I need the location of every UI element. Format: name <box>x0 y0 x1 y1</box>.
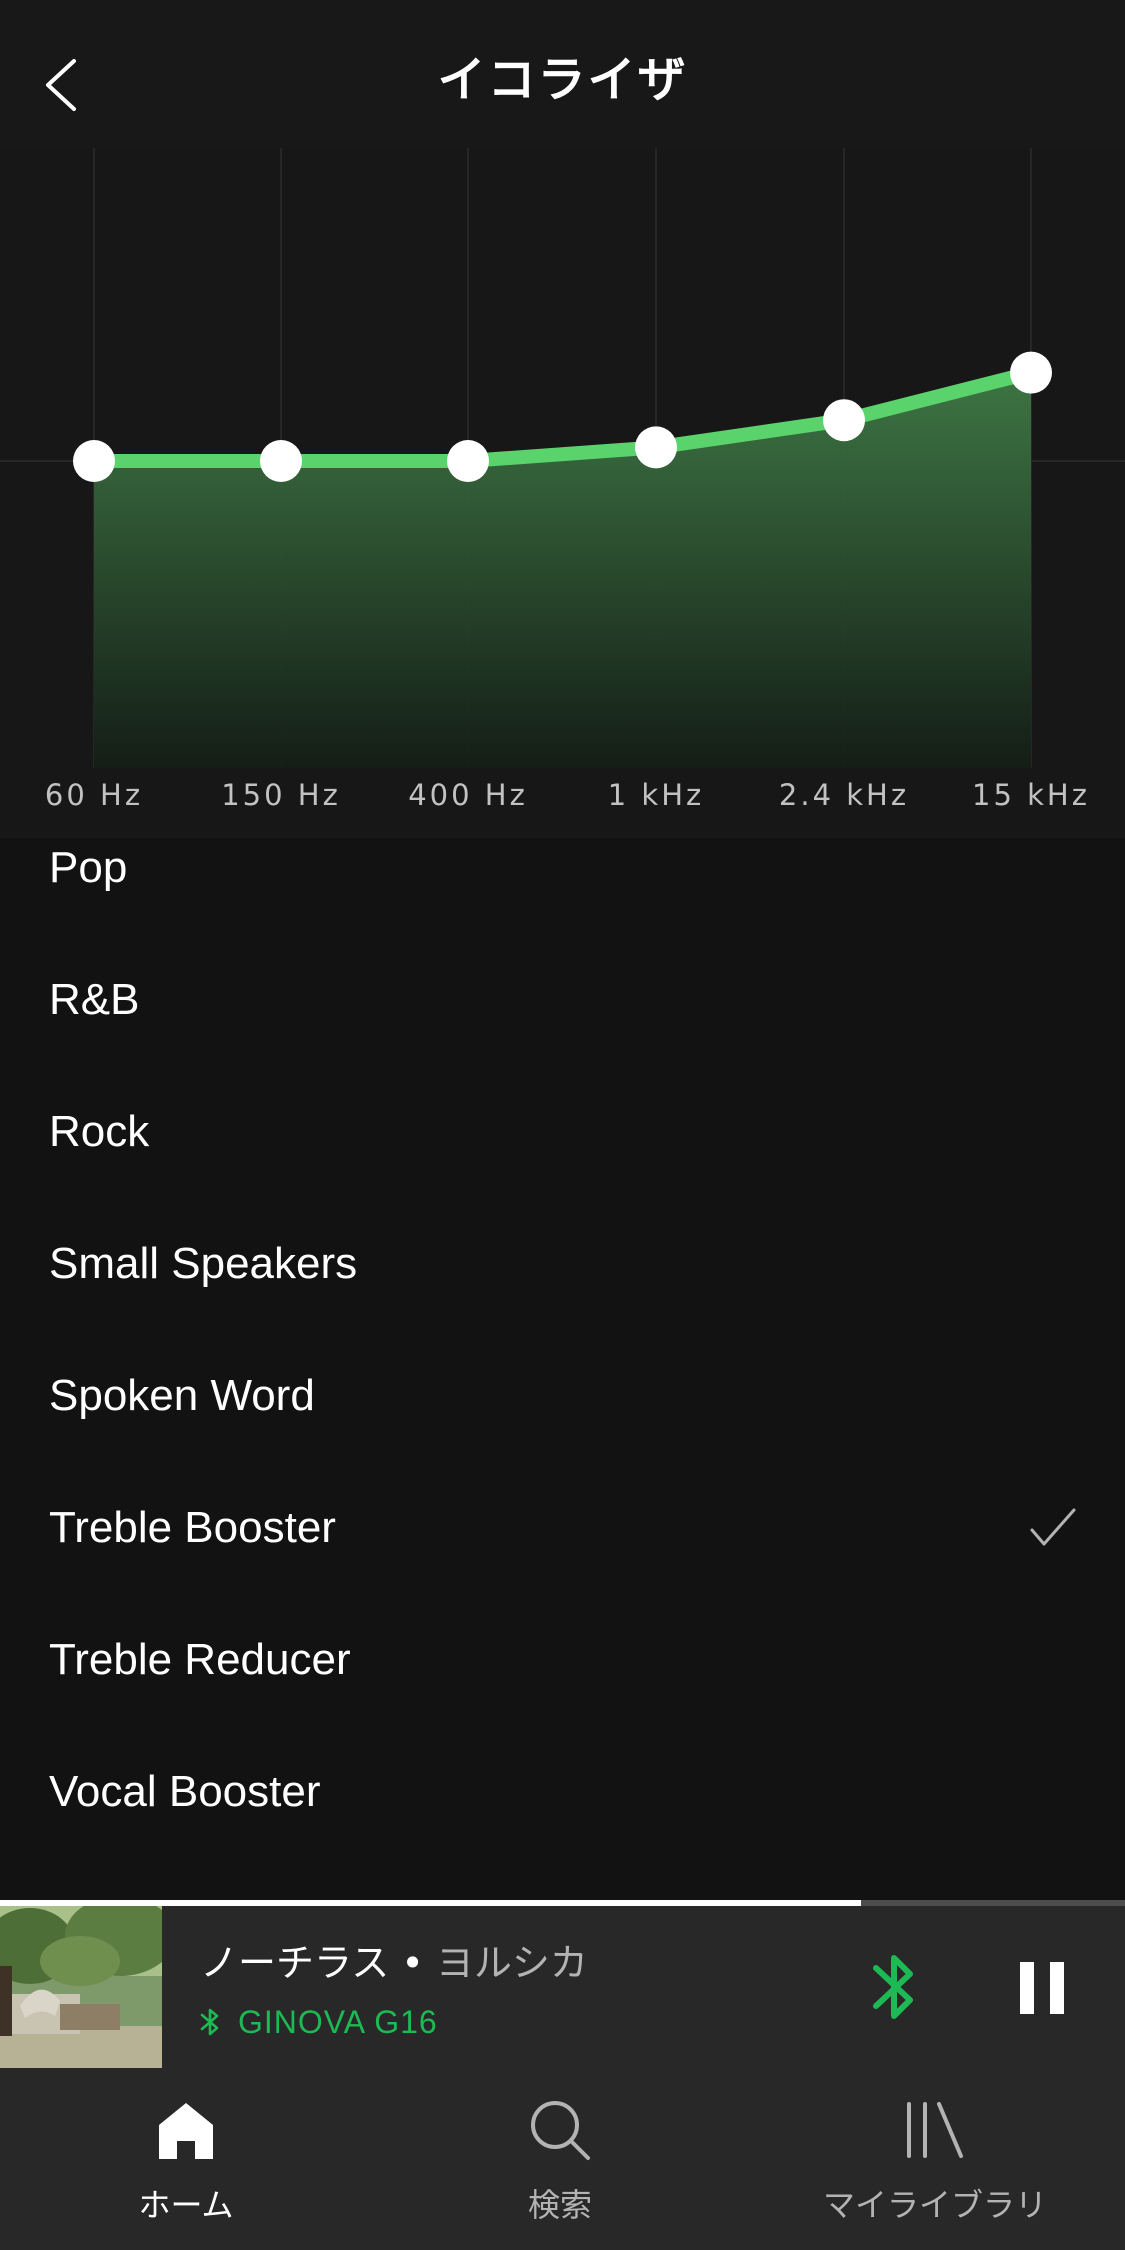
tab-library-label: マイライブラリ <box>822 2186 1047 2224</box>
album-art[interactable] <box>0 1906 162 2068</box>
preset-item[interactable]: Rock <box>0 1066 1125 1198</box>
checkmark-icon <box>1030 1508 1076 1546</box>
track-info[interactable]: ノーチラス • ヨルシカ <box>200 1932 588 1987</box>
tab-home[interactable]: ホーム <box>86 2068 286 2250</box>
eq-frequency-label: 150 Hz <box>221 778 341 812</box>
eq-band-knob[interactable] <box>1010 351 1052 394</box>
tab-search-label: 検索 <box>527 2186 592 2224</box>
bottom-tab-bar: ホーム 検索 マイライブラリ <box>0 2068 1125 2250</box>
preset-item[interactable]: Treble Booster <box>0 1462 1125 1594</box>
preset-label: Small Speakers <box>49 1239 358 1288</box>
tab-home-label: ホーム <box>138 2186 234 2224</box>
tab-library[interactable]: マイライブラリ <box>800 2068 1070 2250</box>
preset-list[interactable]: Pop R&B Rock Small Speakers Spoken Word Trebl… <box>0 838 1125 1904</box>
preset-item[interactable]: R&B <box>0 934 1125 1066</box>
search-icon <box>531 2101 590 2160</box>
pause-icon <box>1020 1962 1064 2014</box>
eq-band-knob[interactable] <box>447 440 489 482</box>
preset-label: Rock <box>49 1107 150 1156</box>
eq-frequency-label: 60 Hz <box>44 778 144 812</box>
preset-item[interactable]: Pop <box>0 838 1125 934</box>
preset-label: Pop <box>49 843 128 892</box>
tab-search[interactable]: 検索 <box>460 2068 660 2250</box>
eq-frequency-label: 1 kHz <box>607 778 705 812</box>
preset-item[interactable]: Small Speakers <box>0 1198 1125 1330</box>
track-separator: • <box>389 1941 436 1985</box>
preset-item[interactable]: Spoken Word <box>0 1330 1125 1462</box>
connect-device-button[interactable] <box>866 1944 922 2030</box>
album-art-image <box>0 1906 162 2068</box>
preset-label: Treble Reducer <box>49 1635 351 1684</box>
preset-item[interactable]: Treble Reducer <box>0 1594 1125 1726</box>
eq-band-knob[interactable] <box>635 426 677 469</box>
page-title: イコライザ <box>437 52 688 108</box>
home-icon <box>159 2103 213 2159</box>
library-icon <box>907 2102 963 2158</box>
equalizer-graph[interactable]: 60 Hz 150 Hz 400 Hz 1 kHz 2.4 kHz 15 kHz <box>0 148 1125 838</box>
preset-label: Spoken Word <box>49 1371 315 1420</box>
bluetooth-icon <box>873 1955 913 2019</box>
preset-label: Treble Booster <box>49 1503 336 1552</box>
pause-button[interactable] <box>1010 1956 1074 2020</box>
eq-frequency-label: 400 Hz <box>408 778 528 812</box>
equalizer-chart[interactable] <box>0 148 1125 838</box>
eq-band-knob[interactable] <box>73 440 115 482</box>
track-artist: ヨルシカ <box>435 1941 588 1985</box>
bluetooth-small-icon <box>200 2008 219 2036</box>
eq-frequency-label: 15 kHz <box>972 778 1090 812</box>
preset-label: R&B <box>49 975 140 1024</box>
eq-fill-area <box>94 372 1031 768</box>
device-name: GINOVA G16 <box>238 2003 438 2040</box>
eq-band-knob[interactable] <box>823 399 865 442</box>
connected-device[interactable]: GINOVA G16 <box>200 2000 438 2044</box>
preset-label: Vocal Booster <box>49 1767 321 1816</box>
eq-frequency-label: 2.4 kHz <box>778 778 910 812</box>
track-title: ノーチラス <box>200 1941 390 1985</box>
preset-item[interactable]: Vocal Booster <box>0 1726 1125 1858</box>
eq-band-knob[interactable] <box>260 440 302 482</box>
now-playing-bar[interactable]: ノーチラス • ヨルシカ GINOVA G16 <box>0 1906 1125 2068</box>
header: イコライザ <box>0 0 1125 148</box>
